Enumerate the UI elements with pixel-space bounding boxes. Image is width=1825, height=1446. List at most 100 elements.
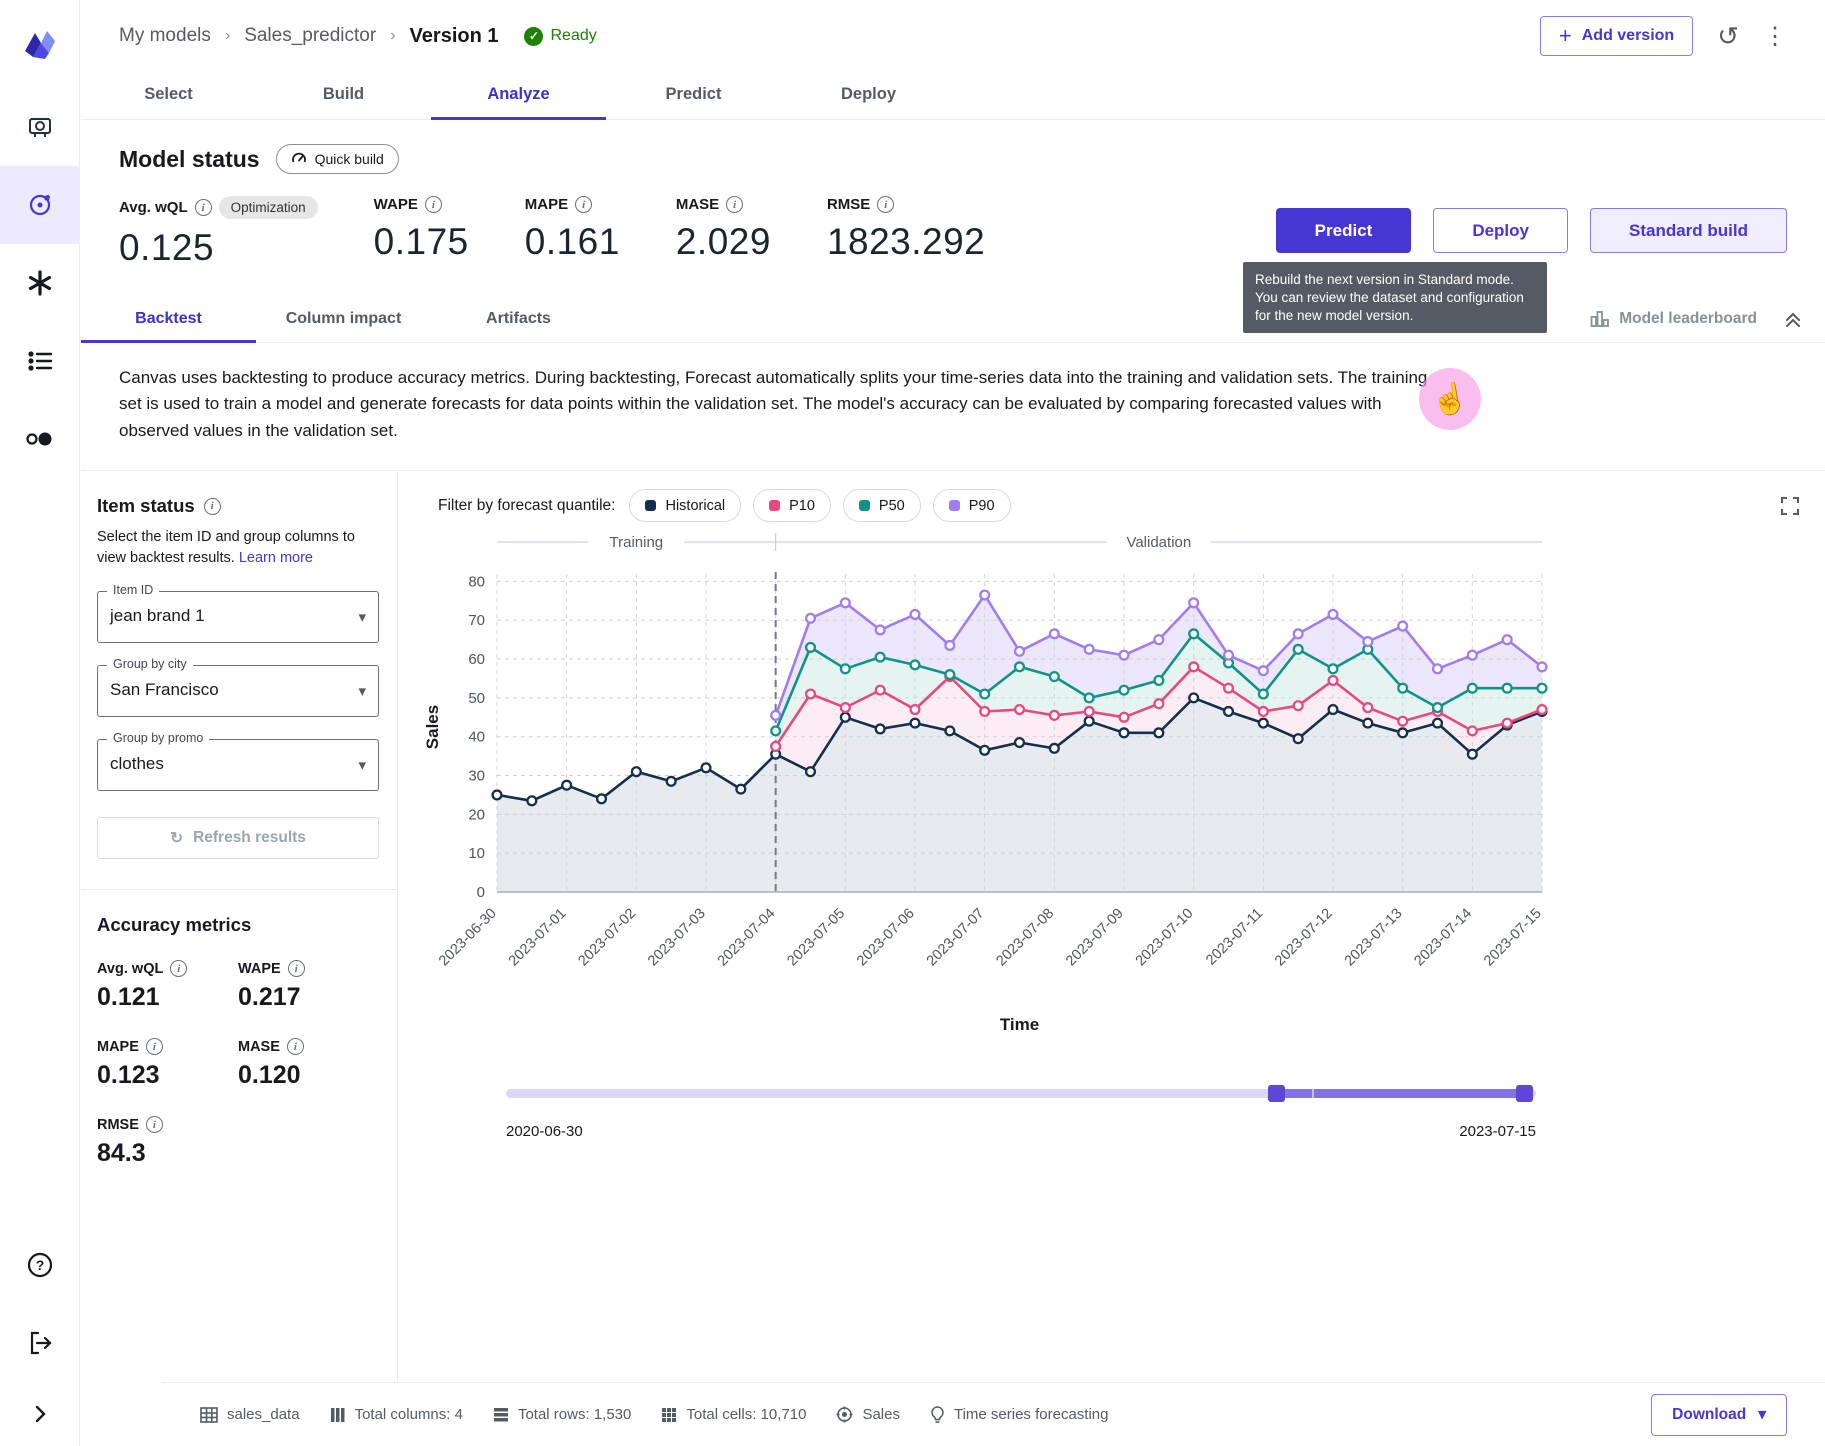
chip-label: Historical <box>665 498 725 514</box>
breadcrumb-my-models[interactable]: My models <box>119 25 211 47</box>
info-icon[interactable]: i <box>287 1038 304 1055</box>
main-tabs: Select Build Analyze Predict Deploy <box>81 72 1825 120</box>
nav-models-icon[interactable] <box>0 166 80 244</box>
chip-historical[interactable]: Historical <box>629 489 741 522</box>
expand-rail-icon[interactable] <box>0 1382 80 1446</box>
info-icon[interactable]: i <box>877 196 894 213</box>
svg-text:2023-07-09: 2023-07-09 <box>1063 906 1127 970</box>
svg-text:2023-07-10: 2023-07-10 <box>1133 906 1197 970</box>
model-status-title: Model status <box>119 146 260 173</box>
refresh-results-label: Refresh results <box>193 829 306 847</box>
svg-text:2023-07-03: 2023-07-03 <box>645 906 709 970</box>
gauge-icon <box>291 151 307 167</box>
accuracy-metrics-title: Accuracy metrics <box>97 914 251 936</box>
tab-deploy[interactable]: Deploy <box>781 72 956 119</box>
add-version-button[interactable]: + Add version <box>1540 16 1693 56</box>
acc-metric-avg-wql: Avg. wQLi 0.121 <box>97 960 238 1012</box>
predict-button[interactable]: Predict <box>1276 208 1412 253</box>
help-icon[interactable]: ? <box>0 1226 80 1304</box>
group-by-city-value: San Francisco <box>110 680 219 699</box>
acc-metric-mape: MAPEi 0.123 <box>97 1038 238 1090</box>
version-history-icon[interactable]: ↺ <box>1717 23 1739 49</box>
svg-text:2023-07-08: 2023-07-08 <box>993 906 1057 970</box>
info-icon[interactable]: i <box>425 196 442 213</box>
quick-build-badge: Quick build <box>276 144 399 174</box>
nav-list-icon[interactable] <box>0 322 80 400</box>
time-range-slider <box>506 1081 1536 1121</box>
nav-compare-icon[interactable] <box>0 400 80 478</box>
metric-label: Avg. wQL <box>119 199 188 216</box>
info-icon[interactable]: i <box>726 196 743 213</box>
collapse-section-icon[interactable] <box>1783 309 1803 329</box>
standard-build-button[interactable]: Standard build <box>1590 208 1787 253</box>
chevron-down-icon: ▾ <box>358 608 366 626</box>
learn-more-link[interactable]: Learn more <box>239 550 313 566</box>
standard-build-tooltip: Rebuild the next version in Standard mod… <box>1243 262 1547 333</box>
download-button[interactable]: Download ▾ <box>1651 1394 1787 1436</box>
metric-value: 0.121 <box>97 983 238 1012</box>
info-icon[interactable]: i <box>204 498 221 515</box>
item-id-select[interactable]: Item ID jean brand 1 ▾ <box>97 591 379 643</box>
svg-text:2023-07-13: 2023-07-13 <box>1342 906 1406 970</box>
breadcrumb: My models › Sales_predictor › Version 1 … <box>119 25 597 48</box>
info-icon[interactable]: i <box>170 960 187 977</box>
metric-value: 0.125 <box>119 227 318 269</box>
tab-predict[interactable]: Predict <box>606 72 781 119</box>
tab-analyze[interactable]: Analyze <box>431 72 606 119</box>
quick-build-label: Quick build <box>315 151 384 167</box>
logout-icon[interactable] <box>0 1304 80 1382</box>
chip-p90[interactable]: P90 <box>933 489 1011 522</box>
info-icon[interactable]: i <box>195 199 212 216</box>
subtab-column-impact[interactable]: Column impact <box>256 296 431 341</box>
chip-p50[interactable]: P50 <box>843 489 921 522</box>
breadcrumb-model[interactable]: Sales_predictor <box>244 25 376 47</box>
info-icon[interactable]: i <box>146 1116 163 1133</box>
fullscreen-icon[interactable] <box>1779 495 1801 517</box>
svg-text:20: 20 <box>468 806 485 823</box>
model-leaderboard-link[interactable]: Model leaderboard <box>1590 310 1757 328</box>
metric-label: MAPE <box>97 1039 139 1055</box>
slider-handle-left[interactable] <box>1268 1085 1285 1102</box>
svg-text:0: 0 <box>477 884 485 901</box>
svg-text:2023-06-30: 2023-06-30 <box>436 906 500 970</box>
app-root: ? My models › Sales_predictor › Version … <box>0 0 1825 1446</box>
item-status-card: Item status i Select the item ID and gro… <box>81 471 397 889</box>
download-label: Download <box>1672 1406 1746 1424</box>
target-column: Sales <box>836 1406 900 1423</box>
metric-mase: MASEi 2.029 <box>676 196 771 269</box>
metric-label: RMSE <box>97 1117 139 1133</box>
canvas-logo-icon <box>0 0 80 88</box>
info-icon[interactable]: i <box>146 1038 163 1055</box>
slider-handle-right[interactable] <box>1516 1085 1533 1102</box>
refresh-results-button[interactable]: ↻ Refresh results <box>97 817 379 859</box>
subtab-backtest[interactable]: Backtest <box>81 296 256 341</box>
target-icon <box>836 1406 853 1423</box>
slider-end-date: 2023-07-15 <box>1459 1123 1536 1140</box>
rows-icon <box>493 1407 509 1423</box>
tab-build[interactable]: Build <box>256 72 431 119</box>
metric-label: MASE <box>676 196 719 213</box>
tab-select[interactable]: Select <box>81 72 256 119</box>
info-icon[interactable]: i <box>575 196 592 213</box>
nav-automations-icon[interactable] <box>0 244 80 322</box>
group-by-promo-select[interactable]: Group by promo clothes ▾ <box>97 739 379 791</box>
info-icon[interactable]: i <box>288 960 305 977</box>
chip-p10[interactable]: P10 <box>753 489 831 522</box>
filter-label: Filter by forecast quantile: <box>438 497 615 515</box>
subtab-artifacts[interactable]: Artifacts <box>431 296 606 341</box>
model-actions: Predict Deploy Standard build <box>1276 208 1787 253</box>
dataset-footer: sales_data Total columns: 4 Total rows: … <box>162 1382 1825 1446</box>
group-by-city-select[interactable]: Group by city San Francisco ▾ <box>97 665 379 717</box>
historical-swatch-icon <box>645 500 656 511</box>
nav-datasets-icon[interactable] <box>0 88 80 166</box>
backtest-panel: Item status i Select the item ID and gro… <box>81 470 1825 1394</box>
kebab-menu-icon[interactable]: ⋮ <box>1763 22 1787 51</box>
optimization-tag: Optimization <box>219 196 318 219</box>
deploy-button[interactable]: Deploy <box>1433 208 1568 253</box>
total-columns: Total columns: 4 <box>330 1406 463 1423</box>
acc-metric-rmse: RMSEi 84.3 <box>97 1116 238 1168</box>
svg-text:30: 30 <box>468 768 485 785</box>
dataset-name[interactable]: sales_data <box>200 1406 300 1423</box>
header-actions: + Add version ↺ ⋮ <box>1540 16 1787 56</box>
svg-text:50: 50 <box>468 690 485 707</box>
